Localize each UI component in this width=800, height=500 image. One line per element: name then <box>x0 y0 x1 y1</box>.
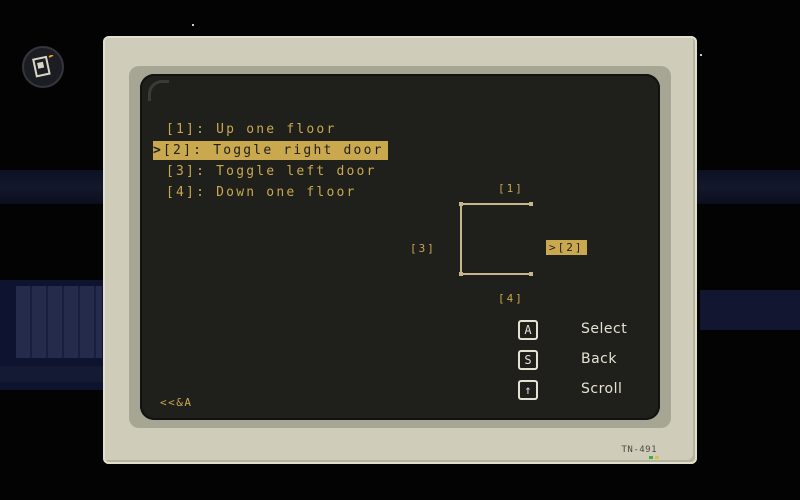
menu-item-toggle-left-door[interactable]: [3]: Toggle left door <box>156 164 377 179</box>
monitor-bezel: [1]: Up one floor >[2]: Toggle right doo… <box>129 66 671 428</box>
background-ledge <box>700 290 800 330</box>
crt-monitor: [1]: Up one floor >[2]: Toggle right doo… <box>103 36 697 464</box>
star <box>192 24 194 26</box>
model-label: TN-491 <box>621 445 657 455</box>
footer-code: <<&A <box>160 396 193 409</box>
power-led <box>649 456 653 459</box>
screen-glare <box>148 80 169 101</box>
menu-cursor: > <box>153 143 164 158</box>
background-bricks <box>16 286 102 358</box>
key-a-icon: A <box>518 320 538 340</box>
terminal-screen: [1]: Up one floor >[2]: Toggle right doo… <box>140 74 660 420</box>
control-label-scroll: Scroll <box>581 381 623 397</box>
elevator-car-outline <box>459 202 533 276</box>
control-label-select: Select <box>581 321 628 337</box>
control-label-back: Back <box>581 351 617 367</box>
background-floor <box>0 366 110 382</box>
notebook-icon[interactable] <box>22 46 64 88</box>
elevator-diagram: [1] [3] >[2] [4] <box>410 182 610 312</box>
key-up-arrow-icon: ↑ <box>518 380 538 400</box>
menu-item-up[interactable]: [1]: Up one floor <box>156 122 336 137</box>
elevator-menu: [1]: Up one floor >[2]: Toggle right doo… <box>153 118 388 202</box>
key-s-icon: S <box>518 350 538 370</box>
menu-item-down[interactable]: [4]: Down one floor <box>156 185 357 200</box>
star <box>700 54 702 56</box>
menu-item-toggle-right-door[interactable]: >[2]: Toggle right door <box>153 141 388 160</box>
notebook-glyph-icon <box>32 55 54 78</box>
status-led <box>655 456 659 459</box>
